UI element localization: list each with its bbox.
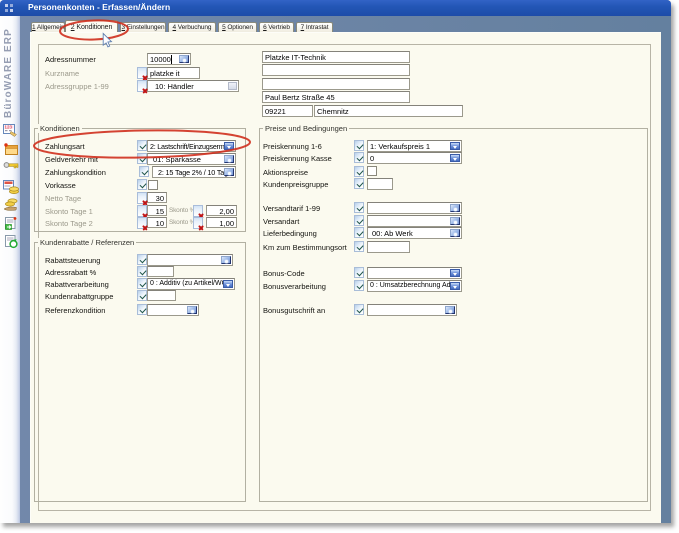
- svg-text:123: 123: [5, 125, 13, 130]
